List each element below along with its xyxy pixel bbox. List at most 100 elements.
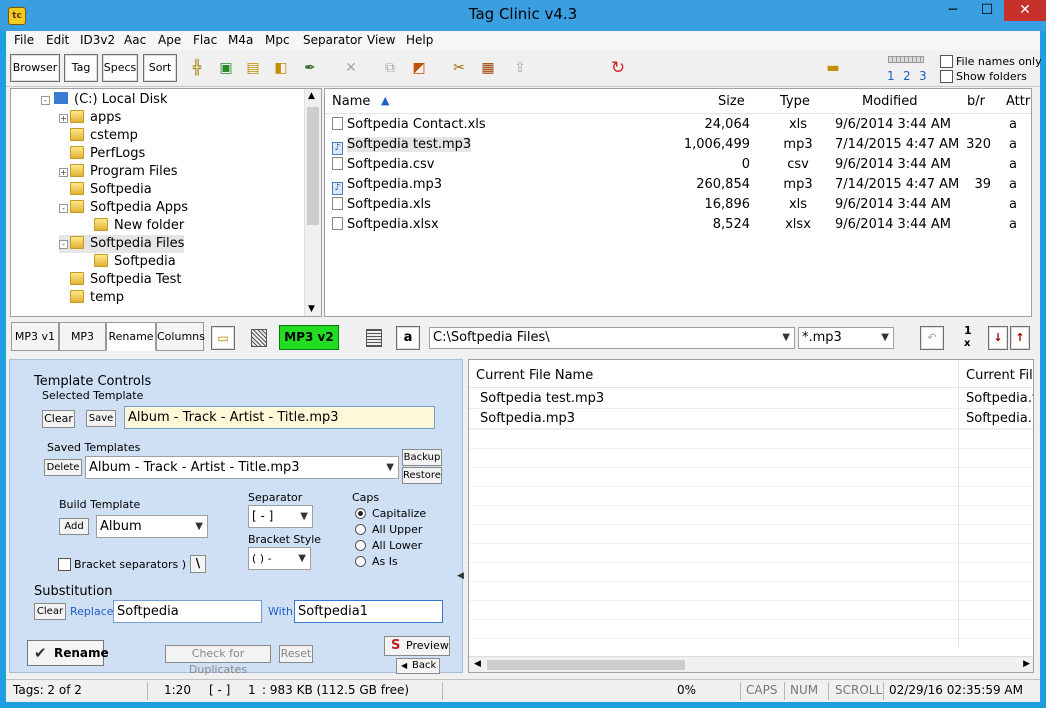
chevron-down-icon[interactable]: ▼: [195, 516, 203, 537]
splitter-handle-icon[interactable]: ◀: [457, 571, 464, 581]
tree-item[interactable]: temp: [59, 289, 124, 307]
col-modified[interactable]: Modified: [862, 94, 917, 109]
tree-item[interactable]: Softpedia Test: [59, 271, 181, 289]
saved-templates-combo[interactable]: Album - Track - Artist - Title.mp3 ▼: [85, 456, 399, 479]
page-3-link[interactable]: 3: [919, 69, 927, 83]
chevron-down-icon[interactable]: ▼: [300, 506, 308, 527]
menu-aac[interactable]: Aac: [124, 33, 146, 47]
tree-item[interactable]: - Softpedia Files: [59, 235, 185, 253]
lines-icon[interactable]: [366, 329, 382, 347]
move-up-icon[interactable]: ↑: [1010, 326, 1030, 350]
paste-icon[interactable]: ◩: [410, 59, 428, 77]
file-row[interactable]: Softpedia.xlsx 8,524 xlsx 9/6/2014 3:44 AM a: [325, 215, 1025, 235]
scroll-down-icon[interactable]: ▼: [308, 304, 315, 314]
col-type[interactable]: Type: [780, 94, 810, 109]
back-button[interactable]: ◀ Back: [396, 658, 440, 674]
tag-button[interactable]: Tag: [64, 54, 98, 82]
check-duplicates-button[interactable]: Check for Duplicates: [165, 645, 271, 676]
tree-item[interactable]: Softpedia: [83, 253, 176, 271]
caps-radio-as-is[interactable]: [355, 556, 366, 567]
col-attr[interactable]: Attr: [1006, 94, 1030, 109]
menu-edit[interactable]: Edit: [46, 33, 69, 47]
caps-radio-capitalize[interactable]: [355, 508, 366, 519]
specs-button[interactable]: Specs: [102, 54, 138, 82]
scroll-up-icon[interactable]: ▲: [308, 91, 315, 101]
file-names-only-checkbox[interactable]: [940, 55, 953, 68]
menu-file[interactable]: File: [14, 33, 34, 47]
rename-row[interactable]: Softpedia.mp3 Softpedia.r: [469, 409, 1033, 429]
menu-mpc[interactable]: Mpc: [265, 33, 290, 47]
col-current-file-name[interactable]: Current File Name: [476, 368, 593, 383]
a-button[interactable]: a: [396, 326, 420, 350]
tree-item[interactable]: + Program Files: [59, 163, 178, 181]
chevron-down-icon[interactable]: ▼: [298, 548, 306, 569]
restore-button[interactable]: Restore: [402, 467, 442, 484]
menu-ape[interactable]: Ape: [158, 33, 181, 47]
undo-icon[interactable]: ↶: [920, 326, 944, 350]
close-button[interactable]: ✕: [1004, 0, 1046, 21]
tree-root[interactable]: - (C:) Local Disk: [41, 91, 167, 109]
bracket-separators-checkbox[interactable]: [58, 558, 71, 571]
file-row[interactable]: ♪ Softpedia.mp3 260,854 mp3 7/14/2015 4:47 A…: [325, 175, 1025, 195]
tree-item[interactable]: PerfLogs: [59, 145, 145, 163]
save-template-button[interactable]: Save: [86, 410, 116, 427]
tree-item[interactable]: cstemp: [59, 127, 138, 145]
clipboard-icon[interactable]: ▦: [479, 59, 497, 77]
export-icon[interactable]: ⇪: [511, 59, 529, 77]
caps-radio-all-upper[interactable]: [355, 524, 366, 535]
file-list[interactable]: Name ▲ Size Type Modified b/r Attr Softp…: [324, 88, 1032, 317]
menu-flac[interactable]: Flac: [193, 33, 217, 47]
browser-button[interactable]: Browser: [10, 54, 60, 82]
cut-icon[interactable]: ✂: [450, 59, 468, 77]
col-current-file[interactable]: Current File: [966, 368, 1033, 383]
folder-tree[interactable]: - (C:) Local Disk + apps cstemp PerfLogs + Pro…: [10, 88, 322, 317]
crosshair-icon[interactable]: ╬: [188, 59, 206, 77]
filter-combo[interactable]: *.mp3 ▼: [798, 327, 894, 349]
tree-scrollbar[interactable]: ▲ ▼: [304, 89, 321, 316]
delete-template-button[interactable]: Delete: [44, 459, 82, 476]
with-field[interactable]: Softpedia1: [294, 600, 443, 623]
clear-template-button[interactable]: Clear: [42, 410, 75, 428]
replace-field[interactable]: Softpedia: [113, 600, 262, 623]
copy-tags-icon[interactable]: ⧉: [381, 59, 399, 77]
tab-rename[interactable]: Rename: [106, 322, 156, 351]
expand-icon[interactable]: +: [59, 114, 68, 123]
chevron-down-icon[interactable]: ▼: [782, 328, 790, 348]
expand-icon[interactable]: -: [59, 240, 68, 249]
add-button[interactable]: Add: [59, 518, 89, 535]
h-scroll-thumb[interactable]: [487, 660, 685, 670]
open-folder-icon[interactable]: ▭: [211, 326, 235, 350]
backslash-button[interactable]: \: [190, 555, 206, 573]
scroll-right-icon[interactable]: ▶: [1023, 659, 1030, 669]
chevron-down-icon[interactable]: ▼: [881, 328, 889, 348]
maximize-button[interactable]: ☐: [970, 0, 1004, 21]
file-row[interactable]: Softpedia.csv 0 csv 9/6/2014 3:44 AM a: [325, 155, 1025, 175]
page-2-link[interactable]: 2: [903, 69, 911, 83]
delete-icon[interactable]: ✕: [342, 59, 360, 77]
file-row[interactable]: Softpedia.xls 16,896 xls 9/6/2014 3:44 AM a: [325, 195, 1025, 215]
minimize-button[interactable]: ─: [936, 0, 970, 21]
col-size[interactable]: Size: [718, 94, 745, 109]
path-combo[interactable]: C:\Softpedia Files\ ▼: [429, 327, 795, 349]
scroll-left-icon[interactable]: ◀: [474, 659, 481, 669]
sort-button[interactable]: Sort: [143, 54, 177, 82]
move-down-icon[interactable]: ↓: [988, 326, 1008, 350]
folder-back-icon[interactable]: ◧: [272, 59, 290, 77]
horizontal-scrollbar[interactable]: ◀ ▶: [469, 656, 1033, 672]
caps-radio-all-lower[interactable]: [355, 540, 366, 551]
expand-icon[interactable]: +: [59, 168, 68, 177]
menu-view[interactable]: View: [367, 33, 395, 47]
rename-row[interactable]: Softpedia test.mp3 Softpedia.t: [469, 389, 1033, 409]
pen-icon[interactable]: ✒: [301, 59, 319, 77]
bracket-style-combo[interactable]: ( ) - ▼: [248, 547, 311, 570]
grid-icon[interactable]: [251, 329, 267, 347]
selected-template-field[interactable]: Album - Track - Artist - Title.mp3: [124, 406, 435, 429]
tab-mp3[interactable]: MP3: [59, 322, 106, 351]
scroll-thumb[interactable]: [307, 107, 319, 225]
file-row[interactable]: Softpedia Contact.xls 24,064 xls 9/6/2014 3…: [325, 115, 1025, 135]
tab-columns[interactable]: Columns: [156, 322, 205, 351]
tab-mp3-v1[interactable]: MP3 v1: [11, 322, 59, 351]
clear-substitution-button[interactable]: Clear: [34, 603, 66, 620]
tree-item[interactable]: Softpedia: [59, 181, 152, 199]
mp3-v2-button[interactable]: MP3 v2: [279, 325, 339, 350]
